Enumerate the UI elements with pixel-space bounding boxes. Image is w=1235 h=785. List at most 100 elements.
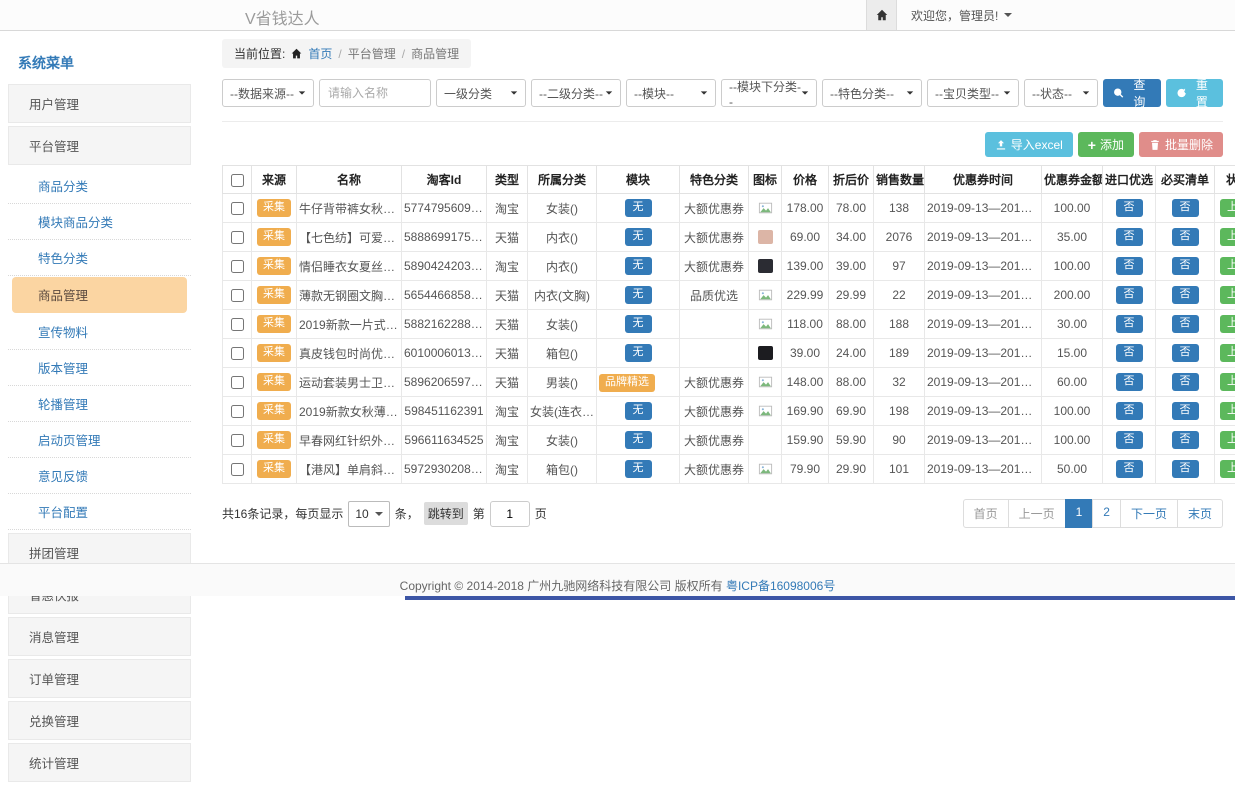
filter-select-6[interactable]: --宝贝类型-- <box>927 79 1019 107</box>
must-buy-toggle[interactable]: 否 <box>1172 402 1199 419</box>
upload-icon <box>995 139 1007 151</box>
sidebar-group-7[interactable]: 统计管理 <box>8 743 191 782</box>
imported-toggle[interactable]: 否 <box>1116 460 1143 477</box>
bottom-scrollbar-thumb[interactable] <box>405 596 1235 600</box>
must-buy-toggle[interactable]: 否 <box>1172 257 1199 274</box>
sidebar-item-1-0[interactable]: 商品分类 <box>8 168 191 204</box>
table-header-14: 进口优选 <box>1103 166 1156 194</box>
sidebar-group-6[interactable]: 兑换管理 <box>8 701 191 740</box>
status-badge[interactable]: 上架 <box>1220 402 1235 419</box>
page-button-3[interactable]: 2 <box>1092 499 1121 528</box>
sidebar-item-1-8[interactable]: 意见反馈 <box>8 458 191 494</box>
sales-count: 32 <box>874 368 925 397</box>
table-header-15: 必买清单 <box>1156 166 1215 194</box>
filter-select-2[interactable]: --二级分类-- <box>531 79 621 107</box>
filter-select-4[interactable]: --模块下分类-- <box>721 79 817 107</box>
reset-button[interactable]: 重置 <box>1166 79 1224 107</box>
filter-select-7[interactable]: --状态-- <box>1024 79 1098 107</box>
status-badge[interactable]: 上架 <box>1220 460 1235 477</box>
row-checkbox[interactable] <box>231 318 244 331</box>
add-button[interactable]: + 添加 <box>1078 132 1134 157</box>
filter-select-5[interactable]: --特色分类-- <box>822 79 922 107</box>
imported-toggle[interactable]: 否 <box>1116 199 1143 216</box>
module-badge: 无 <box>625 286 652 303</box>
home-button[interactable] <box>866 0 897 30</box>
status-badge[interactable]: 上架 <box>1220 373 1235 390</box>
breadcrumb: 当前位置:首页/平台管理/商品管理 <box>222 39 471 68</box>
table-header-5: 所属分类 <box>528 166 597 194</box>
sidebar-item-1-2[interactable]: 特色分类 <box>8 240 191 276</box>
select-all-checkbox[interactable] <box>231 174 244 187</box>
row-checkbox[interactable] <box>231 376 244 389</box>
filter-select-3[interactable]: --模块-- <box>626 79 716 107</box>
imported-toggle[interactable]: 否 <box>1116 431 1143 448</box>
status-badge[interactable]: 上架 <box>1220 257 1235 274</box>
sidebar-group-1[interactable]: 平台管理 <box>8 126 191 165</box>
discount-price: 69.90 <box>829 397 874 426</box>
must-buy-toggle[interactable]: 否 <box>1172 228 1199 245</box>
coupon-time: 2019-09-13—2019-09-20 <box>925 252 1042 281</box>
must-buy-toggle[interactable]: 否 <box>1172 286 1199 303</box>
imported-toggle[interactable]: 否 <box>1116 402 1143 419</box>
sidebar-item-1-5[interactable]: 版本管理 <box>8 350 191 386</box>
coupon-amount: 100.00 <box>1042 194 1103 223</box>
imported-toggle[interactable]: 否 <box>1116 228 1143 245</box>
coupon-amount: 50.00 <box>1042 455 1103 484</box>
batch-delete-button[interactable]: 批量删除 <box>1139 132 1223 157</box>
row-checkbox[interactable] <box>231 347 244 360</box>
imported-toggle[interactable]: 否 <box>1116 344 1143 361</box>
import-excel-button[interactable]: 导入excel <box>985 132 1073 157</box>
sidebar-group-0[interactable]: 用户管理 <box>8 84 191 123</box>
icp-link[interactable]: 粤ICP备16098006号 <box>726 579 835 593</box>
row-checkbox[interactable] <box>231 434 244 447</box>
jump-button[interactable]: 跳转到 <box>424 502 468 525</box>
row-checkbox[interactable] <box>231 289 244 302</box>
sidebar-item-1-6[interactable]: 轮播管理 <box>8 386 191 422</box>
page-button-4[interactable]: 下一页 <box>1120 499 1178 528</box>
table-header-16: 状态 <box>1215 166 1235 194</box>
sidebar-group-5[interactable]: 订单管理 <box>8 659 191 698</box>
status-badge[interactable]: 上架 <box>1220 228 1235 245</box>
filter-select-0[interactable]: --数据来源-- <box>222 79 314 107</box>
page-number-input[interactable] <box>490 501 530 527</box>
row-checkbox[interactable] <box>231 231 244 244</box>
table-header-10: 折后价 <box>829 166 874 194</box>
must-buy-toggle[interactable]: 否 <box>1172 199 1199 216</box>
row-checkbox[interactable] <box>231 405 244 418</box>
status-badge[interactable]: 上架 <box>1220 431 1235 448</box>
sidebar-group-4[interactable]: 消息管理 <box>8 617 191 656</box>
imported-toggle[interactable]: 否 <box>1116 286 1143 303</box>
must-buy-toggle[interactable]: 否 <box>1172 431 1199 448</box>
imported-toggle[interactable]: 否 <box>1116 257 1143 274</box>
page-size-select[interactable]: 10 <box>348 501 389 527</box>
status-badge[interactable]: 上架 <box>1220 315 1235 332</box>
user-menu[interactable]: 欢迎您，管理员! <box>911 7 1012 24</box>
status-badge[interactable]: 上架 <box>1220 286 1235 303</box>
filter-select-1[interactable]: 一级分类 <box>436 79 526 107</box>
must-buy-toggle[interactable]: 否 <box>1172 344 1199 361</box>
status-badge[interactable]: 上架 <box>1220 344 1235 361</box>
imported-toggle[interactable]: 否 <box>1116 373 1143 390</box>
must-buy-toggle[interactable]: 否 <box>1172 373 1199 390</box>
unit-text: 条， <box>395 505 419 522</box>
sidebar-item-1-7[interactable]: 启动页管理 <box>8 422 191 458</box>
must-buy-toggle[interactable]: 否 <box>1172 460 1199 477</box>
source-badge: 采集 <box>257 431 291 448</box>
row-checkbox[interactable] <box>231 202 244 215</box>
imported-toggle[interactable]: 否 <box>1116 315 1143 332</box>
row-checkbox[interactable] <box>231 463 244 476</box>
must-buy-toggle[interactable]: 否 <box>1172 315 1199 332</box>
name-filter-input[interactable] <box>319 79 431 107</box>
page-button-2[interactable]: 1 <box>1065 499 1094 528</box>
query-button[interactable]: 查询 <box>1103 79 1161 107</box>
sales-count: 101 <box>874 455 925 484</box>
status-badge[interactable]: 上架 <box>1220 199 1235 216</box>
breadcrumb-home-link[interactable]: 首页 <box>308 45 332 62</box>
sidebar-item-1-9[interactable]: 平台配置 <box>8 494 191 530</box>
page-button-5[interactable]: 末页 <box>1177 499 1223 528</box>
sidebar-item-1-1[interactable]: 模块商品分类 <box>8 204 191 240</box>
sidebar-item-1-3[interactable]: 商品管理 <box>12 277 187 313</box>
taoke-id: 597293020870 <box>402 455 487 484</box>
row-checkbox[interactable] <box>231 260 244 273</box>
sidebar-item-1-4[interactable]: 宣传物料 <box>8 314 191 350</box>
